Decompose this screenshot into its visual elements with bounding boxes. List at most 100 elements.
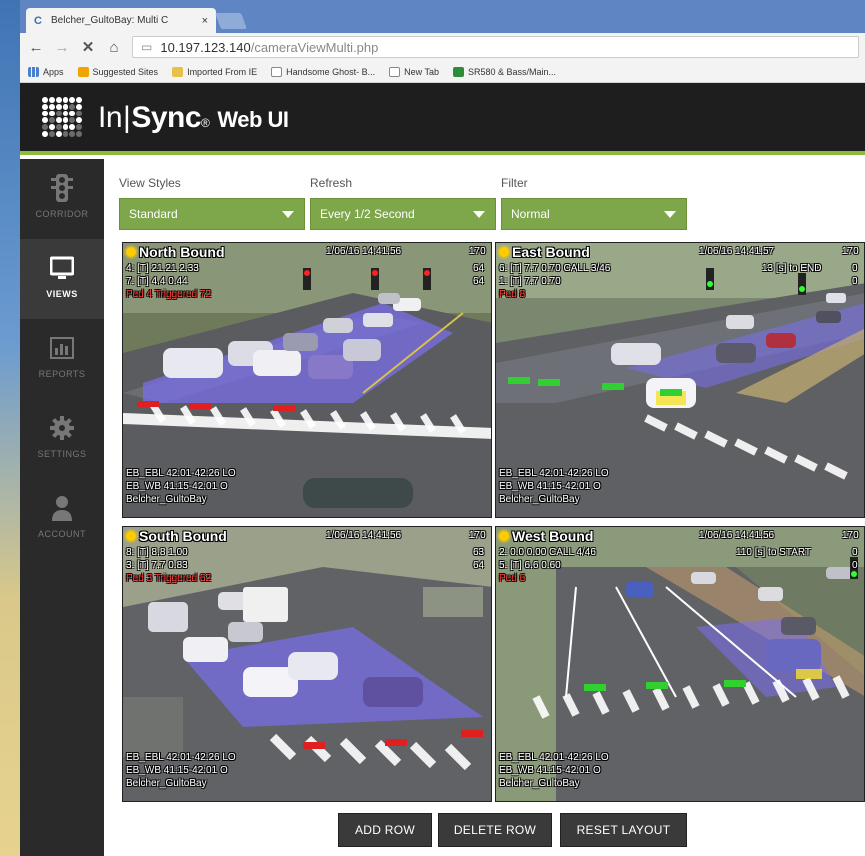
gear-icon <box>50 416 74 440</box>
phase-line-2-value: 64 <box>473 276 485 287</box>
ped-status: Ped 3 Triggered 62 <box>126 573 212 584</box>
new-tab-button[interactable] <box>215 13 247 29</box>
filter-label: Filter <box>501 176 528 190</box>
bookmark-handsome-ghost[interactable]: Handsome Ghost- B... <box>271 66 375 77</box>
sidebar-item-label: VIEWS <box>46 289 78 299</box>
camera-pane-west-bound[interactable]: West Bound 1/06/16 14:41:56 170 2: 0.0 0… <box>495 526 865 802</box>
camera-footer-2: EB_WB 41:15-42:01 O <box>499 765 601 776</box>
phase-line-2-value: 0 <box>852 560 858 571</box>
delete-row-button[interactable]: DELETE ROW <box>438 813 552 847</box>
bookmark-new-tab[interactable]: New Tab <box>389 66 439 77</box>
sidebar-item-settings[interactable]: SETTINGS <box>20 399 104 479</box>
phase-line-2-value: 0 <box>852 276 858 287</box>
browser-toolbar: ← → ✕ ⌂ ▭ 10.197.123.140/cameraViewMulti… <box>20 33 865 61</box>
phase-line-1: 6: [T] 7.7 0.70 CALL 3/46 <box>499 263 611 274</box>
camera-title: North Bound <box>126 244 225 260</box>
url-host: 10.197.123.140 <box>160 39 251 55</box>
desktop-background <box>0 0 20 856</box>
sidebar-item-label: ACCOUNT <box>38 529 86 539</box>
phase-line-1-value: 63 <box>473 547 485 558</box>
phase-line-1-countdown: 110 [s] to START <box>736 547 812 558</box>
add-row-button[interactable]: ADD ROW <box>338 813 432 847</box>
camera-footer-3: Belcher_GultoBay <box>499 778 580 789</box>
reload-favicon-icon: C <box>34 14 42 27</box>
tab-bar: C Belcher_GultoBay: Multi C × <box>20 0 865 33</box>
phase-line-1-countdown: 13 [s] to END <box>762 263 822 274</box>
camera-title: South Bound <box>126 528 227 544</box>
bar-chart-icon <box>50 337 74 359</box>
spreadsheet-icon <box>453 66 464 77</box>
bookmark-sr580[interactable]: SR580 & Bass/Main... <box>453 66 556 77</box>
refresh-label: Refresh <box>310 176 353 190</box>
home-icon[interactable]: ⌂ <box>106 39 122 56</box>
camera-corner-value: 170 <box>842 246 859 257</box>
insync-logo-icon <box>42 97 82 137</box>
camera-pane-east-bound[interactable]: East Bound 1/06/16 14:41:57 170 6: [T] 7… <box>495 242 865 518</box>
camera-footer-2: EB_WB 41:15-42:01 O <box>499 481 601 492</box>
camera-footer-3: Belcher_GultoBay <box>126 494 207 505</box>
camera-timestamp: 1/06/16 14:41:57 <box>699 246 775 257</box>
sun-icon <box>126 531 136 541</box>
camera-timestamp: 1/06/16 14:41:56 <box>326 530 402 541</box>
forward-icon[interactable]: → <box>54 39 70 56</box>
apps-grid-icon <box>28 66 39 77</box>
camera-footer-3: Belcher_GultoBay <box>499 494 580 505</box>
chevron-down-icon <box>664 211 676 218</box>
camera-footer-1: EB_EBL 42:01-42:26 LO <box>126 468 236 479</box>
bookmark-imported[interactable]: Imported From IE <box>172 66 257 77</box>
camera-timestamp: 1/06/16 14:41:56 <box>699 530 775 541</box>
camera-title: West Bound <box>499 528 593 544</box>
sidebar-item-account[interactable]: ACCOUNT <box>20 479 104 559</box>
phase-line-1: 4: [T] 21.21 2.33 <box>126 263 199 274</box>
browser-tab[interactable]: C Belcher_GultoBay: Multi C × <box>26 8 216 33</box>
filter-select[interactable]: Normal <box>501 198 687 230</box>
camera-corner-value: 170 <box>469 246 486 257</box>
camera-footer-1: EB_EBL 42:01-42:26 LO <box>499 468 609 479</box>
sidebar-item-reports[interactable]: REPORTS <box>20 319 104 399</box>
phase-line-1-value: 0 <box>852 263 858 274</box>
camera-corner-value: 170 <box>842 530 859 541</box>
monitor-icon <box>50 256 74 279</box>
stop-icon[interactable]: ✕ <box>80 38 96 56</box>
sidebar-item-label: CORRIDOR <box>35 209 89 219</box>
page-icon <box>389 66 401 77</box>
view-styles-select[interactable]: Standard <box>119 198 305 230</box>
ped-status: Ped 8 <box>499 289 526 300</box>
camera-title: East Bound <box>499 244 590 260</box>
phase-line-2: 3: [T] 7.7 0.83 <box>126 560 188 571</box>
tab-close-icon[interactable]: × <box>202 15 208 27</box>
back-icon[interactable]: ← <box>28 39 44 56</box>
traffic-light-icon <box>51 174 73 202</box>
page-icon: ▭ <box>141 40 153 54</box>
reset-layout-button[interactable]: RESET LAYOUT <box>560 813 687 847</box>
folder-icon <box>172 66 184 77</box>
view-styles-label: View Styles <box>119 176 181 190</box>
phase-line-1: 2: 0.0 0.00 CALL 4/46 <box>499 547 596 558</box>
sidebar-item-corridor[interactable]: CORRIDOR <box>20 159 104 239</box>
ped-status: Ped 4 Triggered 72 <box>126 289 212 300</box>
camera-footer-2: EB_WB 41:15-42:01 O <box>126 481 228 492</box>
phase-line-2: 1: [T] 7.7 0.70 <box>499 276 561 287</box>
sidebar-item-views[interactable]: VIEWS <box>20 239 104 319</box>
chevron-down-icon <box>473 211 485 218</box>
camera-pane-south-bound[interactable]: South Bound 1/06/16 14:41:56 170 8: [T] … <box>122 526 492 802</box>
chevron-down-icon <box>282 211 294 218</box>
user-icon <box>52 496 72 521</box>
bookmarks-bar: Apps Suggested Sites Imported From IE Ha… <box>20 61 865 83</box>
camera-corner-value: 170 <box>469 530 486 541</box>
suggested-sites-icon <box>77 66 89 77</box>
app-header: In | Sync ® Web UI <box>20 83 865 155</box>
refresh-select[interactable]: Every 1/2 Second <box>310 198 496 230</box>
app-title: In | Sync ® Web UI <box>98 101 289 134</box>
phase-line-2-value: 64 <box>473 560 485 571</box>
sun-icon <box>126 247 136 257</box>
camera-pane-north-bound[interactable]: North Bound 1/06/16 14:41:56 170 4: [T] … <box>122 242 492 518</box>
camera-footer-1: EB_EBL 42:01-42:26 LO <box>126 752 236 763</box>
sidebar: CORRIDOR VIEWS REPORTS SETTINGS ACCOUNT <box>20 159 104 856</box>
sidebar-item-label: SETTINGS <box>37 449 87 459</box>
bookmark-suggested-sites[interactable]: Suggested Sites <box>77 66 158 77</box>
bookmark-apps[interactable]: Apps <box>28 66 64 77</box>
camera-timestamp: 1/06/16 14:41:56 <box>326 246 402 257</box>
address-bar[interactable]: ▭ 10.197.123.140/cameraViewMulti.php <box>132 36 859 58</box>
tab-title: Belcher_GultoBay: Multi C <box>51 15 169 26</box>
